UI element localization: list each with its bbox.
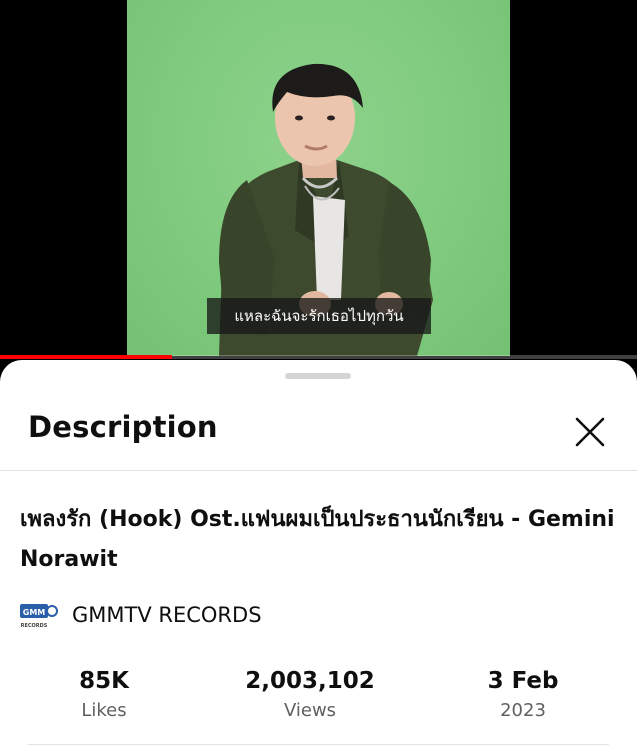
channel-logo-text: GMM xyxy=(23,608,46,617)
channel-logo-icon: GMM RECORDS xyxy=(20,604,58,629)
publish-year: 2023 xyxy=(500,700,546,721)
likes-label: Likes xyxy=(81,700,127,721)
channel-row[interactable]: GMM RECORDS GMMTV RECORDS xyxy=(20,598,262,632)
video-title: เพลงรัก (Hook) Ost.แฟนผมเป็นประธานนักเรี… xyxy=(20,507,615,572)
video-subtitle-caption: แหละฉันจะรักเธอไปทุกวัน xyxy=(207,298,431,334)
close-icon xyxy=(575,417,605,447)
sheet-header-divider xyxy=(0,470,637,471)
video-player[interactable]: แหละฉันจะรักเธอไปทุกวัน xyxy=(0,0,637,360)
likes-count: 85K xyxy=(79,668,129,694)
stat-likes: 85K Likes xyxy=(54,666,154,724)
description-sheet: Description เพลงรัก (Hook) Ost.แฟนผมเป็น… xyxy=(0,360,637,747)
app-screen: แหละฉันจะรักเธอไปทุกวัน Description เพลง… xyxy=(0,0,637,747)
publish-date: 3 Feb xyxy=(487,668,559,694)
video-progress-bar[interactable] xyxy=(0,355,637,359)
stats-divider xyxy=(28,744,609,745)
stat-date: 3 Feb 2023 xyxy=(468,666,578,724)
stat-views: 2,003,102 Views xyxy=(228,666,392,724)
views-count: 2,003,102 xyxy=(245,668,375,694)
channel-name: GMMTV RECORDS xyxy=(72,603,262,627)
close-button[interactable] xyxy=(566,408,614,456)
sheet-title: Description xyxy=(28,410,218,444)
views-label: Views xyxy=(283,700,337,721)
sheet-drag-handle[interactable] xyxy=(285,373,351,379)
channel-logo-subtext: RECORDS xyxy=(21,623,48,629)
video-progress-fill xyxy=(0,355,172,359)
